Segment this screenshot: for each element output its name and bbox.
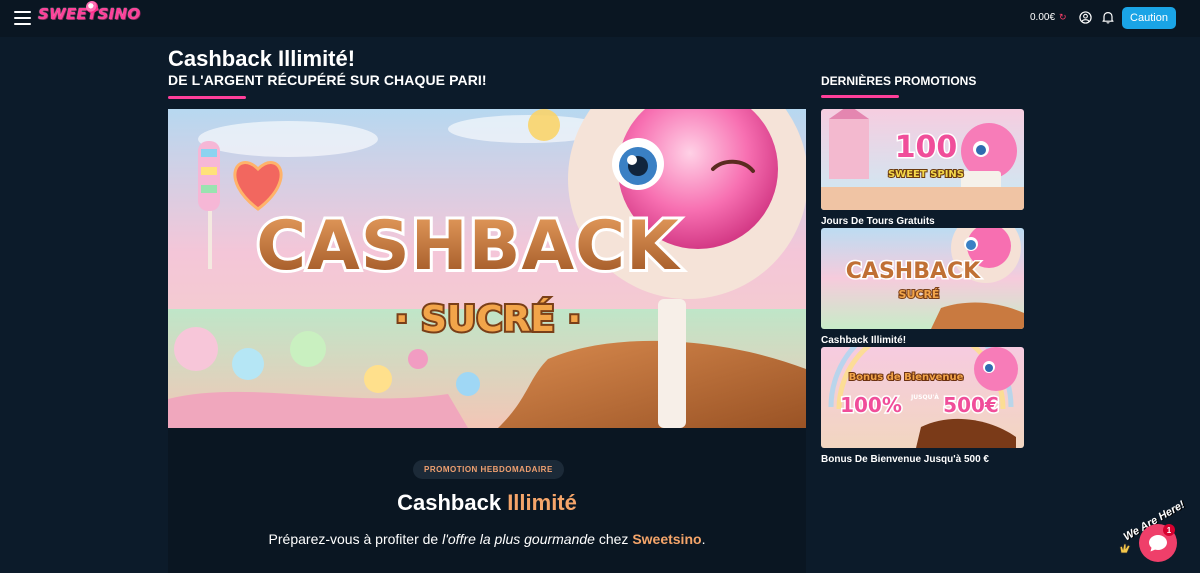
page-subtitle: DE L'ARGENT RÉCUPÉRÉ SUR CHAQUE PARI! — [168, 72, 487, 88]
svg-text:JUSQU'À: JUSQU'À — [910, 394, 939, 401]
svg-text:100: 100 — [895, 130, 958, 165]
sidebar-title-underline — [821, 95, 899, 98]
svg-text:SWEET SPINS: SWEET SPINS — [888, 169, 964, 180]
bell-icon[interactable] — [1101, 10, 1115, 24]
waving-hand-icon — [1119, 543, 1131, 554]
promo-card-welcome-bonus[interactable]: Bonus de Bienvenue 100% JUSQU'À 500€ Bon… — [821, 347, 1024, 465]
promo-card-free-spins[interactable]: 100 SWEET SPINS Jours De Tours Gratuits — [821, 109, 1024, 227]
hero-text-cashback: CASHBACK — [256, 207, 681, 286]
menu-icon[interactable] — [14, 11, 31, 25]
promo-badge: PROMOTION HEBDOMADAIRE — [413, 460, 564, 479]
user-icon[interactable] — [1079, 11, 1092, 24]
promo-image-cashback[interactable]: CASHBACK SUCRÉ — [821, 228, 1024, 329]
notification-badge: 1 — [1163, 524, 1175, 536]
svg-text:Bonus de Bienvenue: Bonus de Bienvenue — [849, 372, 964, 383]
svg-text:100%: 100% — [840, 393, 902, 417]
promo-label[interactable]: Jours De Tours Gratuits — [821, 216, 1024, 227]
chat-widget[interactable]: We Are Here! 1 — [1114, 499, 1194, 567]
promo-card-cashback[interactable]: CASHBACK SUCRÉ Cashback Illimité! — [821, 228, 1024, 346]
promo-image-welcome-bonus[interactable]: Bonus de Bienvenue 100% JUSQU'À 500€ — [821, 347, 1024, 448]
chat-icon — [1149, 535, 1167, 552]
title-underline — [168, 96, 246, 99]
promo-image-free-spins[interactable]: 100 SWEET SPINS — [821, 109, 1024, 210]
promo-label[interactable]: Cashback Illimité! — [821, 335, 1024, 346]
svg-text:CASHBACK: CASHBACK — [846, 259, 981, 284]
promo-description: Préparez-vous à profiter de l'offre la p… — [268, 531, 706, 547]
hero-text-sucre: · SUCRÉ · — [395, 298, 581, 340]
svg-text:500€: 500€ — [943, 393, 999, 417]
svg-text:SUCRÉ: SUCRÉ — [899, 288, 940, 301]
sidebar-title: DERNIÈRES PROMOTIONS — [821, 74, 977, 88]
refresh-icon[interactable]: ↻ — [1059, 12, 1067, 23]
caution-button[interactable]: Caution — [1122, 7, 1176, 29]
logo-lollipop-icon — [86, 1, 98, 13]
hero-banner: CASHBACK · SUCRÉ · — [168, 109, 806, 428]
balance[interactable]: 0.00€ — [1030, 12, 1055, 23]
promo-label[interactable]: Bonus De Bienvenue Jusqu'à 500 € — [821, 454, 1024, 465]
promo-title: Cashback Illimité — [397, 490, 577, 515]
top-bar: SWEETSINO 0.00€ ↻ Caution — [0, 0, 1200, 37]
promo-card: PROMOTION HEBDOMADAIRE Cashback Illimité… — [168, 428, 806, 573]
page-title: Cashback Illimité! — [168, 46, 356, 71]
